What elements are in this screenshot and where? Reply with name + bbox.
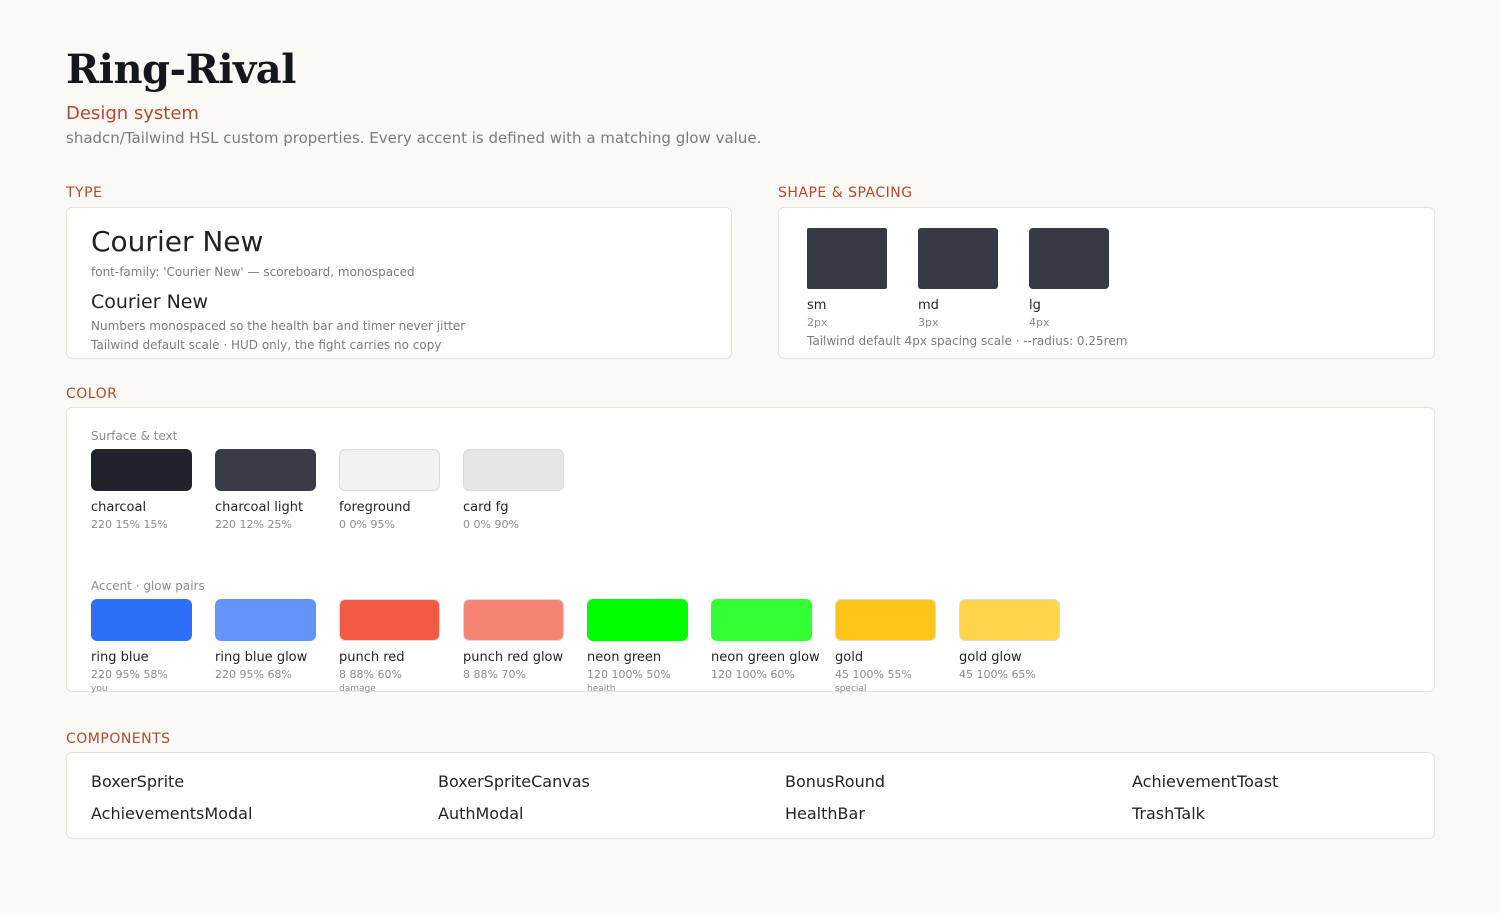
components-card: BoxerSprite BoxerSpriteCanvas BonusRound Ac… [66, 752, 1435, 839]
swatch-name: ring blue glow [215, 650, 308, 665]
swatch-foreground [339, 449, 440, 491]
radius-sm-sample [807, 228, 887, 289]
radius-lg-name: lg [1029, 298, 1041, 313]
swatch-neon-green-glow [711, 599, 812, 641]
radius-sm-value: 2px [807, 316, 828, 329]
swatch-hsl: 220 95% 58% [91, 668, 168, 681]
display-font-sample: Courier New [91, 225, 264, 258]
swatch-hsl: 220 12% 25% [215, 518, 292, 531]
swatch-ring-blue-glow [215, 599, 316, 641]
swatch-name: neon green glow [711, 650, 820, 665]
radius-md-sample [918, 228, 998, 289]
radius-md-value: 3px [918, 316, 939, 329]
radius-sm-name: sm [807, 298, 827, 313]
swatch-hsl: 0 0% 90% [463, 518, 519, 531]
section-label-shape: SHAPE & SPACING [778, 185, 913, 201]
swatch-name: foreground [339, 500, 411, 515]
swatch-name: charcoal [91, 500, 147, 515]
swatch-ring-blue [91, 599, 192, 641]
radius-md-name: md [918, 298, 939, 313]
swatch-charcoal [91, 449, 192, 491]
body-font-note: Numbers monospaced so the health bar and… [91, 319, 466, 333]
swatch-name: neon green [587, 650, 662, 665]
radius-lg-sample [1029, 228, 1109, 289]
swatch-usage-note: you [91, 684, 108, 694]
accent-group-label: Accent · glow pairs [91, 579, 205, 593]
component-bonusround: BonusRound [785, 772, 886, 791]
swatch-hsl: 220 15% 15% [91, 518, 168, 531]
section-label-type: TYPE [66, 185, 103, 201]
swatch-name: ring blue [91, 650, 149, 665]
page-subtitle: Design system [66, 103, 199, 124]
swatch-usage-note: special [835, 684, 867, 694]
swatch-hsl: 120 100% 60% [711, 668, 795, 681]
component-boxersprite: BoxerSprite [91, 772, 185, 791]
swatch-hsl: 45 100% 65% [959, 668, 1036, 681]
body-font-sample: Courier New [91, 291, 209, 313]
swatch-name: gold glow [959, 650, 1022, 665]
page-title: Ring-Rival [66, 46, 296, 93]
swatch-card-fg [463, 449, 564, 491]
spacing-note: Tailwind default 4px spacing scale · --r… [807, 334, 1128, 348]
swatch-punch-red-glow [463, 599, 564, 641]
type-scale-note: Tailwind default scale · HUD only, the f… [91, 338, 442, 352]
type-card: Courier New font-family: 'Courier New' —… [66, 207, 732, 359]
swatch-hsl: 220 95% 68% [215, 668, 292, 681]
shape-card: sm 2px md 3px lg 4px Tailwind default 4p… [778, 207, 1435, 359]
swatch-punch-red [339, 599, 440, 641]
swatch-name: charcoal light [215, 500, 304, 515]
display-font-note: font-family: 'Courier New' — scoreboard,… [91, 265, 415, 279]
swatch-usage-note: damage [339, 684, 376, 694]
component-achievementsmodal: AchievementsModal [91, 804, 253, 823]
swatch-charcoal-light [215, 449, 316, 491]
component-achievementtoast: AchievementToast [1132, 772, 1279, 791]
component-authmodal: AuthModal [438, 804, 524, 823]
swatch-gold-glow [959, 599, 1060, 641]
surface-group-label: Surface & text [91, 429, 178, 443]
swatch-hsl: 0 0% 95% [339, 518, 395, 531]
component-boxerspritecanvas: BoxerSpriteCanvas [438, 772, 590, 791]
component-trashtalk: TrashTalk [1132, 804, 1205, 823]
swatch-neon-green [587, 599, 688, 641]
swatch-usage-note: health [587, 684, 616, 694]
section-label-components: COMPONENTS [66, 731, 171, 747]
page-description: shadcn/Tailwind HSL custom properties. E… [66, 129, 762, 147]
swatch-hsl: 8 88% 70% [463, 668, 526, 681]
swatch-name: gold [835, 650, 864, 665]
swatch-name: card fg [463, 500, 509, 515]
swatch-hsl: 120 100% 50% [587, 668, 671, 681]
swatch-name: punch red glow [463, 650, 564, 665]
section-label-color: COLOR [66, 386, 118, 402]
swatch-hsl: 8 88% 60% [339, 668, 402, 681]
swatch-name: punch red [339, 650, 405, 665]
component-healthbar: HealthBar [785, 804, 865, 823]
swatch-hsl: 45 100% 55% [835, 668, 912, 681]
color-card: Surface & text charcoal 220 15% 15% charco… [66, 407, 1435, 694]
swatch-gold [835, 599, 936, 641]
radius-lg-value: 4px [1029, 316, 1050, 329]
